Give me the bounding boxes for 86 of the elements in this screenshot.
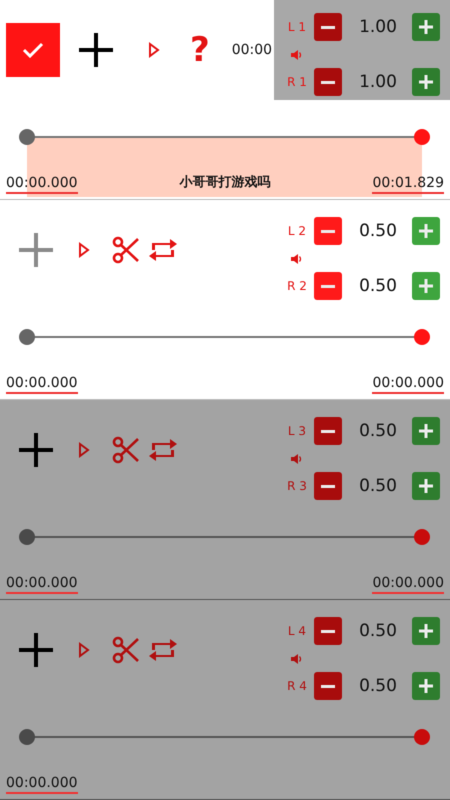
decrease-button[interactable] — [314, 272, 342, 300]
plus-icon — [419, 679, 433, 693]
start-time[interactable]: 00:00.000 — [6, 375, 78, 394]
play-icon[interactable] — [148, 42, 160, 58]
decrease-button[interactable] — [314, 472, 342, 500]
minus-icon — [321, 230, 335, 232]
channel-label: R 1 — [286, 75, 308, 89]
decrease-button[interactable] — [314, 217, 342, 245]
minus-icon — [321, 80, 335, 84]
volume-value: 0.50 — [358, 676, 398, 696]
end-time[interactable]: 00:01.829 — [372, 175, 444, 194]
increase-button[interactable] — [412, 13, 440, 41]
channel-label: R 4 — [286, 679, 308, 693]
channel-label: R 2 — [286, 279, 308, 293]
plus-icon — [419, 75, 433, 89]
decrease-button[interactable] — [314, 617, 342, 645]
volume-value: 1.00 — [358, 17, 398, 37]
plus-icon — [419, 279, 433, 293]
speaker-icon — [291, 652, 303, 664]
check-icon — [22, 42, 44, 58]
minus-icon — [321, 284, 335, 288]
increase-button[interactable] — [412, 472, 440, 500]
volume-value: 0.50 — [358, 621, 398, 641]
plus-icon — [419, 624, 433, 638]
slider-track[interactable] — [19, 529, 430, 545]
start-handle[interactable] — [19, 129, 35, 145]
start-handle[interactable] — [19, 329, 35, 345]
plus-icon — [419, 224, 433, 238]
slider-track[interactable] — [19, 329, 430, 345]
channel-label: L 3 — [286, 424, 308, 438]
increase-button[interactable] — [412, 217, 440, 245]
volume-value: 0.50 — [358, 476, 398, 496]
help-button[interactable]: ? — [190, 33, 210, 67]
slider-track[interactable] — [19, 729, 430, 745]
confirm-button[interactable] — [6, 23, 60, 77]
minus-icon — [321, 484, 335, 488]
decrease-button[interactable] — [314, 13, 342, 41]
end-time[interactable]: 00:00.000 — [372, 375, 444, 394]
scissors-icon[interactable] — [112, 236, 140, 264]
channel-label: L 2 — [286, 224, 308, 238]
increase-button[interactable] — [412, 272, 440, 300]
end-time[interactable]: 00:00.000 — [372, 575, 444, 594]
minus-icon — [321, 630, 335, 632]
scissors-icon[interactable] — [112, 636, 140, 664]
increase-button[interactable] — [412, 672, 440, 700]
volume-value: 0.50 — [358, 421, 398, 441]
scissors-icon[interactable] — [112, 436, 140, 464]
minus-icon — [321, 430, 335, 432]
speaker-icon — [291, 48, 303, 60]
end-handle[interactable] — [414, 729, 430, 745]
track-name: 小哥哥打游戏吗 — [180, 174, 270, 192]
speaker-icon — [291, 452, 303, 464]
slider-track[interactable] — [19, 129, 430, 145]
increase-button[interactable] — [412, 617, 440, 645]
start-handle[interactable] — [19, 529, 35, 545]
decrease-button[interactable] — [314, 672, 342, 700]
volume-value: 1.00 — [358, 72, 398, 92]
add-icon[interactable] — [16, 630, 56, 670]
add-icon[interactable] — [16, 430, 56, 470]
plus-icon — [419, 479, 433, 493]
add-icon[interactable] — [76, 30, 116, 70]
speaker-icon — [291, 252, 303, 264]
volume-value: 0.50 — [358, 276, 398, 296]
plus-icon — [419, 20, 433, 34]
start-time[interactable]: 00:00.000 — [6, 575, 78, 594]
playback-time: 00:00 — [232, 42, 272, 58]
increase-button[interactable] — [412, 417, 440, 445]
end-handle[interactable] — [414, 529, 430, 545]
decrease-button[interactable] — [314, 68, 342, 96]
plus-icon — [419, 424, 433, 438]
start-handle[interactable] — [19, 729, 35, 745]
play-icon[interactable] — [78, 642, 90, 658]
decrease-button[interactable] — [314, 417, 342, 445]
minus-icon — [321, 26, 335, 28]
play-icon[interactable] — [78, 242, 90, 258]
channel-label: R 3 — [286, 479, 308, 493]
increase-button[interactable] — [412, 68, 440, 96]
start-time[interactable]: 00:00.000 — [6, 175, 78, 194]
play-icon[interactable] — [78, 442, 90, 458]
end-handle[interactable] — [414, 129, 430, 145]
end-handle[interactable] — [414, 329, 430, 345]
channel-label: L 4 — [286, 624, 308, 638]
volume-value: 0.50 — [358, 221, 398, 241]
minus-icon — [321, 684, 335, 688]
channel-label: L 1 — [286, 20, 308, 34]
start-time[interactable]: 00:00.000 — [6, 775, 78, 794]
